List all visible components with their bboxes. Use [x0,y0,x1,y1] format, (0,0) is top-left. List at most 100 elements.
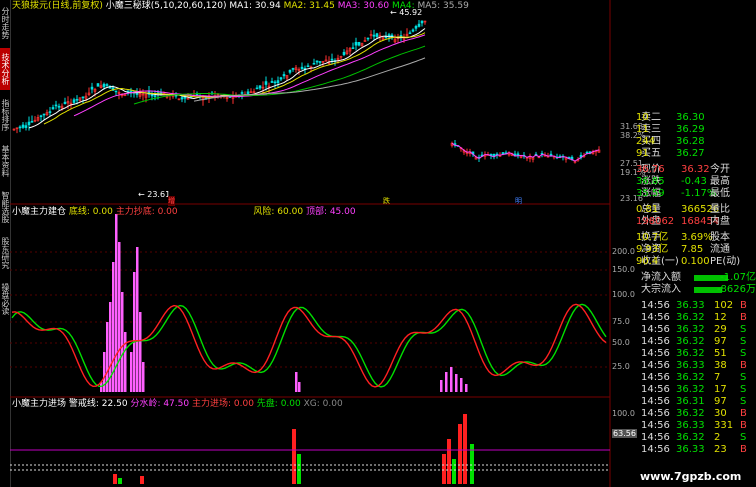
volume-bar [139,312,142,392]
volume-bar [465,384,468,392]
stat-label: 内盘 [710,216,730,227]
high-price-label: ← 45.92 [390,8,423,17]
sub1-axis-label: 25.0 [612,362,630,371]
flow-value: -1.07亿 [720,272,756,283]
tick-price: 36.32 [676,348,705,359]
signal-bar [140,476,144,484]
sub2-header: 小魔主力进场 警戒线: 22.50 分水岭: 47.50 主力进场: 0.00 … [12,398,612,410]
order-book-row[interactable]: 卖二 36.30 10 [636,112,756,124]
event-marker-3[interactable]: 明 [515,196,522,206]
candle-body [270,81,274,83]
signal-bar [118,478,122,484]
stat-row[interactable]: 涨跌 -0.43 最高 36.85 [636,176,756,188]
moving-average-line [43,32,426,125]
stat-value: 0.81 [636,204,659,215]
volume-bar [130,352,133,392]
flow-value: -8626万 [716,284,756,295]
tick-time: 14:56 [641,348,670,359]
tick-row[interactable]: 14:56 36.33 23 B [636,444,756,456]
candle-body [276,80,280,83]
stat-value: 0.100 [681,256,710,267]
tick-side: B [740,312,747,323]
tick-row[interactable]: 14:56 36.32 12 B [636,312,756,324]
tick-side: B [740,300,747,311]
stat-label: 流通 [710,244,730,255]
tick-volume: 51 [714,348,727,359]
tick-row[interactable]: 14:56 36.32 51 S [636,348,756,360]
tick-time: 14:56 [641,396,670,407]
order-book-row[interactable]: 买五 36.27 91 [636,148,756,160]
candle-body [81,96,85,99]
stat-row[interactable]: 换手 3.69% 股本 10.7亿 [636,232,756,244]
volume-bar [133,272,136,392]
ask-price: 36.29 [676,124,705,135]
tick-row[interactable]: 14:56 36.32 2 S [636,432,756,444]
tick-row[interactable]: 14:56 36.32 7 S [636,372,756,384]
candle-body [312,63,316,65]
tick-side: B [740,408,747,419]
sub2-e: XG: 0.00 [303,399,343,409]
stat-row[interactable]: 总量 366526 量比 0.81 [636,204,756,216]
candle-body [264,81,268,85]
kline-and-indicator-charts[interactable] [0,0,636,487]
event-marker-2[interactable]: 跌 [383,196,390,206]
stat-row[interactable]: 涨幅 -1.17% 最低 35.59 [636,188,756,200]
stat-value: 90.4 [636,256,659,267]
tick-price: 36.32 [676,372,705,383]
candle-body [357,41,361,46]
sub1-line2: 主力抄底: 0.00 [115,207,178,217]
signal-bar [458,424,462,484]
candle-body [354,41,358,46]
stat-value: 7.85 [681,244,704,255]
tick-row[interactable]: 14:56 36.32 17 S [636,384,756,396]
tick-row[interactable]: 14:56 36.33 38 B [636,360,756,372]
tick-row[interactable]: 14:56 36.33 331 B [636,420,756,432]
sub1-axis-label: 75.0 [612,317,630,326]
sub2-b: 分水岭: 47.50 [130,399,190,409]
sub1-line4: 顶部: 45.00 [305,207,356,217]
candle-body [90,86,94,90]
candle-body [153,95,157,97]
stat-value: 36.85 [636,176,665,187]
fund-flow-row[interactable]: 大宗流入 -8626万 [636,284,756,296]
tick-price: 36.31 [676,396,705,407]
order-book-row[interactable]: 买四 36.28 244 [636,136,756,148]
candle-body [102,83,106,88]
candle-body [279,77,283,80]
sub2-axis-label: 63.56 [612,429,637,438]
tick-volume: 2 [714,432,721,443]
candle-body [258,85,262,89]
volume-bar [460,378,463,392]
order-book-row[interactable]: 卖三 36.29 11 [636,124,756,136]
candle-body [255,87,259,90]
stat-row[interactable]: 净资 7.85 流通 9.93亿 [636,244,756,256]
ask-price: 36.27 [676,148,705,159]
tick-row[interactable]: 14:56 36.33 102 B [636,300,756,312]
oscillator-line [11,303,607,388]
tick-volume: 331 [714,420,734,431]
tick-price: 36.32 [676,312,705,323]
stat-row[interactable]: 外盘 168454 内盘 198062 [636,216,756,228]
event-marker-1[interactable]: 增 [168,196,175,206]
sub1-header: 小魔主力建仓 底线: 0.00 主力抄底: 0.00 风险: 60.00 顶部:… [12,206,612,218]
tick-price: 36.33 [676,420,705,431]
candle-body [414,26,418,29]
candle-body [246,91,250,95]
candle-body [330,58,334,61]
stat-row[interactable]: 收益(一) 0.100 PE(动) 90.4 [636,256,756,268]
tick-time: 14:56 [641,384,670,395]
fund-flow-row[interactable]: 净流入额 -1.07亿 [636,272,756,284]
candle-body [48,111,52,113]
stat-row[interactable]: 现价 36.32 今开 36.76 [636,164,756,176]
tick-row[interactable]: 14:56 36.31 97 S [636,396,756,408]
tick-time: 14:56 [641,444,670,455]
tick-time: 14:56 [641,408,670,419]
tick-volume: 102 [714,300,734,311]
tick-row[interactable]: 14:56 36.32 29 S [636,324,756,336]
candle-body [135,93,139,95]
tick-row[interactable]: 14:56 36.32 30 B [636,408,756,420]
ask-volume: 244 [636,136,656,147]
tick-row[interactable]: 14:56 36.32 97 S [636,336,756,348]
tick-time: 14:56 [641,420,670,431]
candle-body [114,90,118,93]
